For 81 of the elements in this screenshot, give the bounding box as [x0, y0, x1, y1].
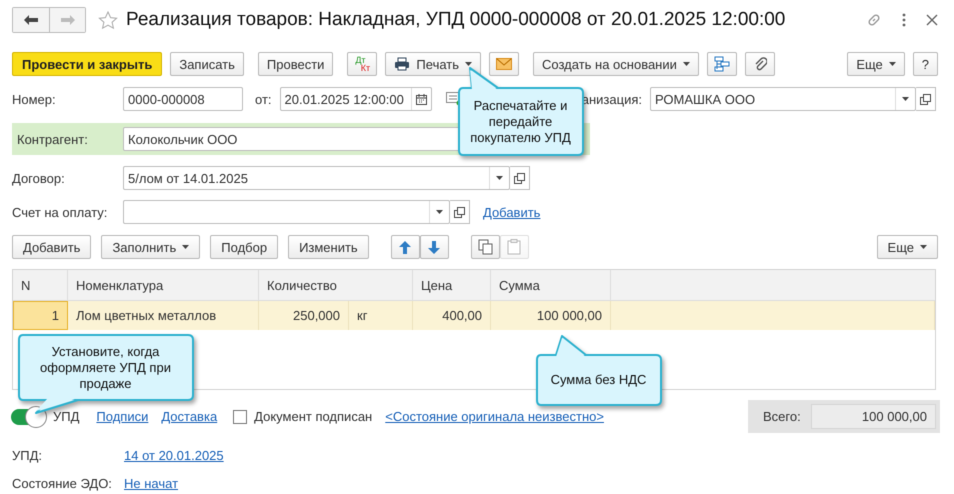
post-and-close-button[interactable]: Провести и закрыть: [12, 52, 162, 76]
windows-icon: [454, 206, 465, 218]
hierarchy-button[interactable]: [706, 52, 737, 76]
copy-button[interactable]: [470, 235, 500, 259]
field-label: Счет на оплату:: [12, 204, 108, 220]
dropdown-button[interactable]: Создать на основании: [533, 52, 699, 76]
calendar-icon: [416, 94, 427, 104]
link[interactable]: Доставка: [161, 409, 218, 424]
input-field[interactable]: 0000-000008: [123, 87, 243, 111]
open-button[interactable]: [450, 200, 470, 224]
table-cell: 250,000: [259, 301, 349, 330]
input-field[interactable]: 5/лом от 14.01.2025: [123, 166, 510, 190]
total-label: Всего:: [763, 409, 801, 424]
total-field: 100 000,00: [810, 404, 936, 429]
input-field[interactable]: РОМАШКА ООО: [650, 87, 916, 111]
arrow-up-icon: [399, 240, 412, 254]
link[interactable]: Не начат: [124, 476, 178, 490]
link[interactable]: Подписи: [96, 409, 148, 424]
paperclip-button[interactable]: [744, 52, 775, 76]
close-icon[interactable]: [926, 14, 938, 26]
paste-icon: [507, 239, 522, 255]
arrow-right-icon: [60, 15, 74, 25]
envelope-button[interactable]: [489, 52, 520, 76]
caret-icon: [902, 97, 909, 101]
table-cell: 400,00: [413, 301, 491, 330]
arrow-down-button[interactable]: [420, 235, 449, 259]
printer-icon: [394, 57, 410, 71]
checkbox[interactable]: [233, 410, 248, 424]
arrow-up-button[interactable]: [390, 235, 420, 259]
table-cell: 100 000,00: [491, 301, 611, 330]
toolbar-button[interactable]: Записать: [170, 52, 244, 76]
input-field[interactable]: 20.01.2025 12:00:00: [280, 87, 432, 111]
toolbar-button[interactable]: Подбор: [210, 235, 278, 259]
copy-icon: [478, 239, 493, 255]
checkbox-label: Документ подписан: [254, 409, 372, 424]
tooltip-text: Установите, когда оформляете УПД при продаже: [39, 344, 172, 392]
hierarchy-icon: [714, 56, 730, 72]
input-field[interactable]: [123, 200, 450, 224]
column-header[interactable]: Цена: [413, 270, 491, 301]
table-cell: Лом цветных металлов: [68, 301, 259, 330]
field-label: Номер:: [12, 92, 57, 106]
field-label: Состояние ЭДО:: [12, 476, 111, 490]
toggle-label: УПД: [53, 409, 80, 424]
caret-icon: [436, 210, 443, 214]
print-button[interactable]: Печать: [385, 52, 482, 76]
status-link[interactable]: <Состояние оригинала неизвестно>: [385, 409, 604, 424]
back-button[interactable]: [13, 8, 49, 32]
toolbar-button[interactable]: Изменить: [288, 235, 369, 259]
open-button[interactable]: [916, 87, 936, 111]
envelope-icon: [496, 58, 512, 70]
field-label: Договор:: [12, 170, 66, 186]
window-title: Реализация товаров: Накладная, УПД 0000-000008 от 20.01.2025 12:00:00: [126, 9, 786, 31]
dropdown-button[interactable]: Еще: [876, 235, 938, 259]
column-header[interactable]: Сумма: [491, 270, 611, 301]
column-header[interactable]: Количество: [259, 270, 413, 301]
dropdown-button[interactable]: Еще: [847, 52, 905, 76]
field-label: Контрагент:: [17, 132, 89, 146]
field-label: анизация:: [582, 92, 642, 106]
table-cell: 1: [13, 301, 68, 330]
link[interactable]: 14 от 20.01.2025: [124, 448, 224, 462]
table-cell: кг: [349, 301, 413, 330]
link-icon[interactable]: [866, 12, 882, 28]
windows-icon: [920, 94, 931, 104]
ledger-button[interactable]: Дт Кт: [347, 52, 378, 76]
add-link[interactable]: Добавить: [483, 204, 540, 220]
more-icon[interactable]: [902, 13, 906, 27]
column-header[interactable]: Номенклатура: [68, 270, 259, 301]
field-label: УПД:: [12, 448, 44, 462]
toolbar-button[interactable]: Добавить: [12, 235, 92, 259]
tooltip-text: Сумма без НДС: [550, 372, 648, 388]
star-icon[interactable]: [98, 10, 118, 30]
help-button[interactable]: ?: [912, 52, 938, 76]
field-label: от:: [255, 92, 272, 106]
toolbar-button[interactable]: Провести: [258, 52, 334, 76]
caret-icon: [496, 176, 503, 180]
arrow-left-icon: [24, 15, 38, 25]
arrow-down-icon: [428, 240, 440, 254]
dropdown-button[interactable]: Заполнить: [101, 235, 200, 259]
open-button[interactable]: [510, 166, 530, 190]
windows-icon: [514, 172, 525, 184]
column-header[interactable]: N: [13, 270, 68, 301]
